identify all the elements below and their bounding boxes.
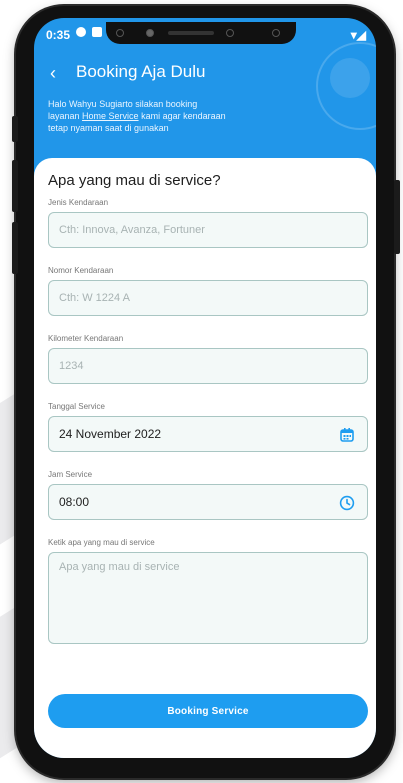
service-time-value: 08:00 [59, 495, 90, 509]
status-bar: 0:35 ▾◢ [34, 18, 376, 48]
app-screen: 0:35 ▾◢ ‹ Booking Aja Dulu Halo Wahyu Su… [34, 18, 376, 758]
signal-battery-icon: ▾◢ [350, 28, 366, 42]
vehicle-type-input[interactable]: Cth: Innova, Avanza, Fortuner [48, 212, 368, 248]
decorative-circle [330, 58, 370, 98]
clock-icon[interactable] [339, 495, 355, 511]
status-time: 0:35 [46, 28, 71, 42]
service-notes-textarea[interactable]: Apa yang mau di service [48, 552, 368, 644]
odometer-label: Kilometer Kendaraan [48, 334, 124, 343]
service-date-label: Tanggal Service [48, 402, 105, 411]
camera-notch [106, 22, 296, 44]
booking-form-card: Apa yang mau di service? Jenis Kendaraan… [34, 158, 376, 758]
back-arrow-icon[interactable]: ‹ [50, 64, 56, 82]
intro-text: Halo Wahyu Sugiarto silakan booking laya… [48, 98, 298, 134]
sensor-dot [226, 29, 234, 37]
service-time-input[interactable]: 08:00 [48, 484, 368, 520]
sensor-dot [116, 29, 124, 37]
page-title: Booking Aja Dulu [76, 62, 206, 81]
booking-service-button[interactable]: Booking Service [48, 694, 368, 728]
service-date-value: 24 November 2022 [59, 427, 162, 441]
phone-power-button [394, 180, 400, 254]
plate-number-label: Nomor Kendaraan [48, 266, 114, 275]
intro-line: Halo Wahyu Sugiarto silakan booking [48, 99, 198, 109]
phone-side-button [12, 116, 18, 142]
phone-volume-up-button [12, 160, 18, 212]
notification-icon [76, 27, 86, 37]
plate-number-input[interactable]: Cth: W 1224 A [48, 280, 368, 316]
earpiece-speaker [168, 31, 214, 35]
home-service-link[interactable]: Home Service [82, 111, 139, 121]
camera-dot [146, 29, 154, 37]
intro-text-part: kami agar kendaraan [138, 111, 226, 121]
vehicle-type-label: Jenis Kendaraan [48, 198, 109, 207]
battery-saver-icon [92, 27, 102, 37]
intro-line: tetap nyaman saat di gunakan [48, 123, 169, 133]
service-time-label: Jam Service [48, 470, 93, 479]
camera-dot [272, 29, 280, 37]
form-title: Apa yang mau di service? [48, 172, 221, 189]
odometer-input[interactable]: 1234 [48, 348, 368, 384]
calendar-icon[interactable] [339, 427, 355, 443]
intro-text-part: layanan [48, 111, 83, 121]
service-date-input[interactable]: 24 November 2022 [48, 416, 368, 452]
phone-volume-down-button [12, 222, 18, 274]
service-notes-label: Ketik apa yang mau di service [48, 538, 155, 547]
intro-line: layanan Home Service kami agar kendaraan [48, 110, 298, 122]
